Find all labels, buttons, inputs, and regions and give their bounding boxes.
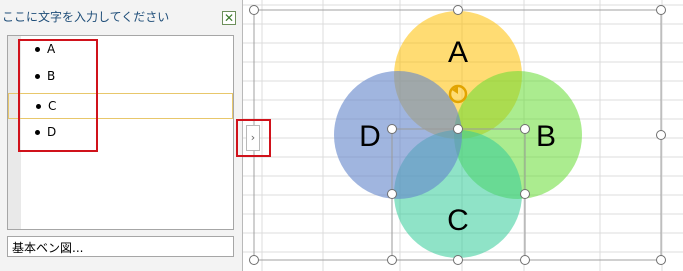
resize-handle[interactable] [249,5,259,15]
layout-name-label: 基本ベン図... [12,241,84,255]
resize-handle[interactable] [387,255,397,265]
chevron-right-icon[interactable]: › [246,125,260,151]
resize-handle[interactable] [656,5,666,15]
venn-label-a: A [448,36,468,69]
highlight-box-items [18,39,98,152]
resize-handle[interactable] [249,255,259,265]
venn-label-c: C [447,204,469,237]
venn-label-b: B [536,120,556,153]
resize-handle[interactable] [453,255,463,265]
resize-handle[interactable] [520,189,530,199]
resize-handle[interactable] [520,124,530,134]
venn-circle-d[interactable] [334,71,462,199]
resize-handle[interactable] [387,189,397,199]
resize-handle[interactable] [656,130,666,140]
resize-handle[interactable] [387,124,397,134]
pane-title: ここに文字を入力してください [2,10,170,24]
close-icon[interactable]: ✕ [222,11,236,25]
resize-handle[interactable] [520,255,530,265]
venn-label-d: D [359,120,381,153]
resize-handle[interactable] [656,255,666,265]
resize-handle[interactable] [453,124,463,134]
resize-handle[interactable] [453,5,463,15]
